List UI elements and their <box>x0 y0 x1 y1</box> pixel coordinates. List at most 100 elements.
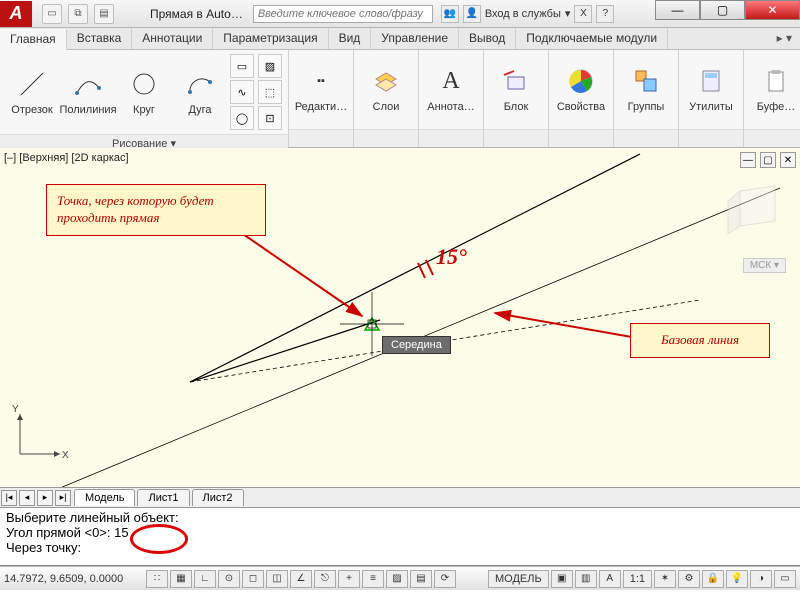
qat-save-icon[interactable]: ▤ <box>94 4 114 24</box>
clipboard-icon <box>760 65 792 97</box>
coord-system-label[interactable]: МСК ▾ <box>743 258 786 273</box>
help-icon[interactable]: ? <box>596 5 614 23</box>
view-cube[interactable] <box>720 176 790 256</box>
annoscale-icon[interactable]: A <box>599 570 621 588</box>
workspace-icon[interactable]: ⚙ <box>678 570 700 588</box>
command-window[interactable]: Выберите линейный объект: Угол прямой <0… <box>0 508 800 566</box>
tab-home[interactable]: Главная <box>0 29 67 50</box>
sheet2-tab[interactable]: Лист2 <box>192 489 244 506</box>
utilities-button[interactable]: Утилиты <box>685 63 737 115</box>
spline-icon[interactable]: ∿ <box>230 80 254 104</box>
search-input[interactable] <box>253 5 433 23</box>
maximize-button[interactable]: ▢ <box>700 0 745 20</box>
services-area: 👥 👤 Вход в службы ▾ X ? <box>441 5 615 23</box>
tab-last-icon[interactable]: ▸| <box>55 490 71 506</box>
line-button[interactable]: Отрезок <box>6 66 58 118</box>
modify-button[interactable]: ▪▪Редакти… <box>295 63 347 115</box>
tab-annotate[interactable]: Аннотации <box>132 28 213 49</box>
tab-plugins[interactable]: Подключаемые модули <box>516 28 668 49</box>
qat-new-icon[interactable]: ▭ <box>42 4 62 24</box>
grid-toggle-icon[interactable]: ▦ <box>170 570 192 588</box>
layers-button[interactable]: Слои <box>360 63 412 115</box>
sheet1-tab[interactable]: Лист1 <box>137 489 189 506</box>
osnap3d-toggle-icon[interactable]: ◫ <box>266 570 288 588</box>
arc-icon <box>184 68 216 100</box>
polyline-icon <box>72 68 104 100</box>
circle-icon <box>128 68 160 100</box>
coordinates-readout[interactable]: 14.7972, 9.6509, 0.0000 <box>4 573 144 585</box>
lock-ui-icon[interactable]: 🔒 <box>702 570 724 588</box>
tab-insert[interactable]: Вставка <box>67 28 133 49</box>
anno-scale-value[interactable]: 1:1 <box>623 570 652 588</box>
layout-tabs: |◂ ◂ ▸ ▸| Модель Лист1 Лист2 <box>0 488 800 508</box>
tab-first-icon[interactable]: |◂ <box>1 490 17 506</box>
people-icon[interactable]: 👥 <box>441 5 459 23</box>
clipboard-button[interactable]: Буфе… <box>750 63 800 115</box>
groups-button[interactable]: Группы <box>620 63 672 115</box>
hatch-icon[interactable]: ▨ <box>258 54 282 78</box>
polar-toggle-icon[interactable]: ⊙ <box>218 570 240 588</box>
svg-text:X: X <box>62 450 69 461</box>
dyn-toggle-icon[interactable]: + <box>338 570 360 588</box>
circle-button[interactable]: Круг <box>118 66 170 118</box>
status-bar: 14.7972, 9.6509, 0.0000 ∷ ▦ ∟ ⊙ ◻ ◫ ∠ ⎋ … <box>0 566 800 590</box>
tab-output[interactable]: Вывод <box>459 28 516 49</box>
quickview-layouts-icon[interactable]: ▣ <box>551 570 573 588</box>
quick-access-toolbar: ▭ ⧉ ▤ <box>36 4 120 24</box>
ellipse-icon[interactable]: ◯ <box>230 106 254 130</box>
polyline-button[interactable]: Полилиния <box>62 66 114 118</box>
hardware-accel-icon[interactable]: 💡 <box>726 570 748 588</box>
lineweight-toggle-icon[interactable]: ≡ <box>362 570 384 588</box>
groups-icon <box>630 65 662 97</box>
callout-point: Точка, через которую будет проходить пря… <box>46 184 266 236</box>
text-icon: A <box>435 65 467 97</box>
calculator-icon <box>695 65 727 97</box>
user-icon[interactable]: 👤 <box>463 5 481 23</box>
transparency-toggle-icon[interactable]: ▨ <box>386 570 408 588</box>
clean-screen-icon[interactable]: ▭ <box>774 570 796 588</box>
close-button[interactable]: ✕ <box>745 0 800 20</box>
ucs-icon: X Y <box>12 402 72 467</box>
cmd-line: Через точку: <box>6 540 794 555</box>
layers-icon <box>370 65 402 97</box>
exchange-icon[interactable]: X <box>574 5 592 23</box>
drawing-canvas[interactable]: [–] [Верхняя] [2D каркас] — ▢ ✕ 15° Точк… <box>0 148 800 488</box>
properties-button[interactable]: Свойства <box>555 63 607 115</box>
titlebar: A ▭ ⧉ ▤ Прямая в Auto… 👥 👤 Вход в службы… <box>0 0 800 28</box>
block-button[interactable]: Блок <box>490 63 542 115</box>
modify-icon: ▪▪ <box>305 65 337 97</box>
tab-next-icon[interactable]: ▸ <box>37 490 53 506</box>
block-icon <box>500 65 532 97</box>
model-space-button[interactable]: МОДЕЛЬ <box>488 570 549 588</box>
tab-prev-icon[interactable]: ◂ <box>19 490 35 506</box>
ribbon-overflow-icon[interactable]: ▸ ▾ <box>769 28 800 49</box>
qprops-toggle-icon[interactable]: ▤ <box>410 570 432 588</box>
sign-in-link[interactable]: Вход в службы <box>485 8 561 20</box>
isolate-icon[interactable]: ◑ <box>750 570 772 588</box>
app-logo[interactable]: A <box>0 1 32 27</box>
otrack-toggle-icon[interactable]: ∠ <box>290 570 312 588</box>
annotation-button[interactable]: AАннота… <box>425 63 477 115</box>
osnap-toggle-icon[interactable]: ◻ <box>242 570 264 588</box>
snap-tooltip: Середина <box>382 336 451 354</box>
minimize-button[interactable]: — <box>655 0 700 20</box>
quickview-drawings-icon[interactable]: ▥ <box>575 570 597 588</box>
arc-button[interactable]: Дуга <box>174 66 226 118</box>
model-tab[interactable]: Модель <box>74 489 135 506</box>
ribbon: Отрезок Полилиния Круг Дуга ▭ ∿ ◯ ▨ ⬚ ⊡ … <box>0 50 800 148</box>
ducs-toggle-icon[interactable]: ⎋ <box>314 570 336 588</box>
region-icon[interactable]: ⬚ <box>258 80 282 104</box>
ortho-toggle-icon[interactable]: ∟ <box>194 570 216 588</box>
tab-view[interactable]: Вид <box>329 28 372 49</box>
point-icon[interactable]: ⊡ <box>258 106 282 130</box>
snap-toggle-icon[interactable]: ∷ <box>146 570 168 588</box>
cycling-toggle-icon[interactable]: ⟳ <box>434 570 456 588</box>
tab-manage[interactable]: Управление <box>371 28 459 49</box>
annovis-icon[interactable]: ✶ <box>654 570 676 588</box>
qat-open-icon[interactable]: ⧉ <box>68 4 88 24</box>
tab-parametric[interactable]: Параметризация <box>213 28 328 49</box>
color-wheel-icon <box>565 65 597 97</box>
window-title: Прямая в Auto… <box>150 7 243 21</box>
callout-baseline: Базовая линия <box>630 323 770 358</box>
rect-icon[interactable]: ▭ <box>230 54 254 78</box>
